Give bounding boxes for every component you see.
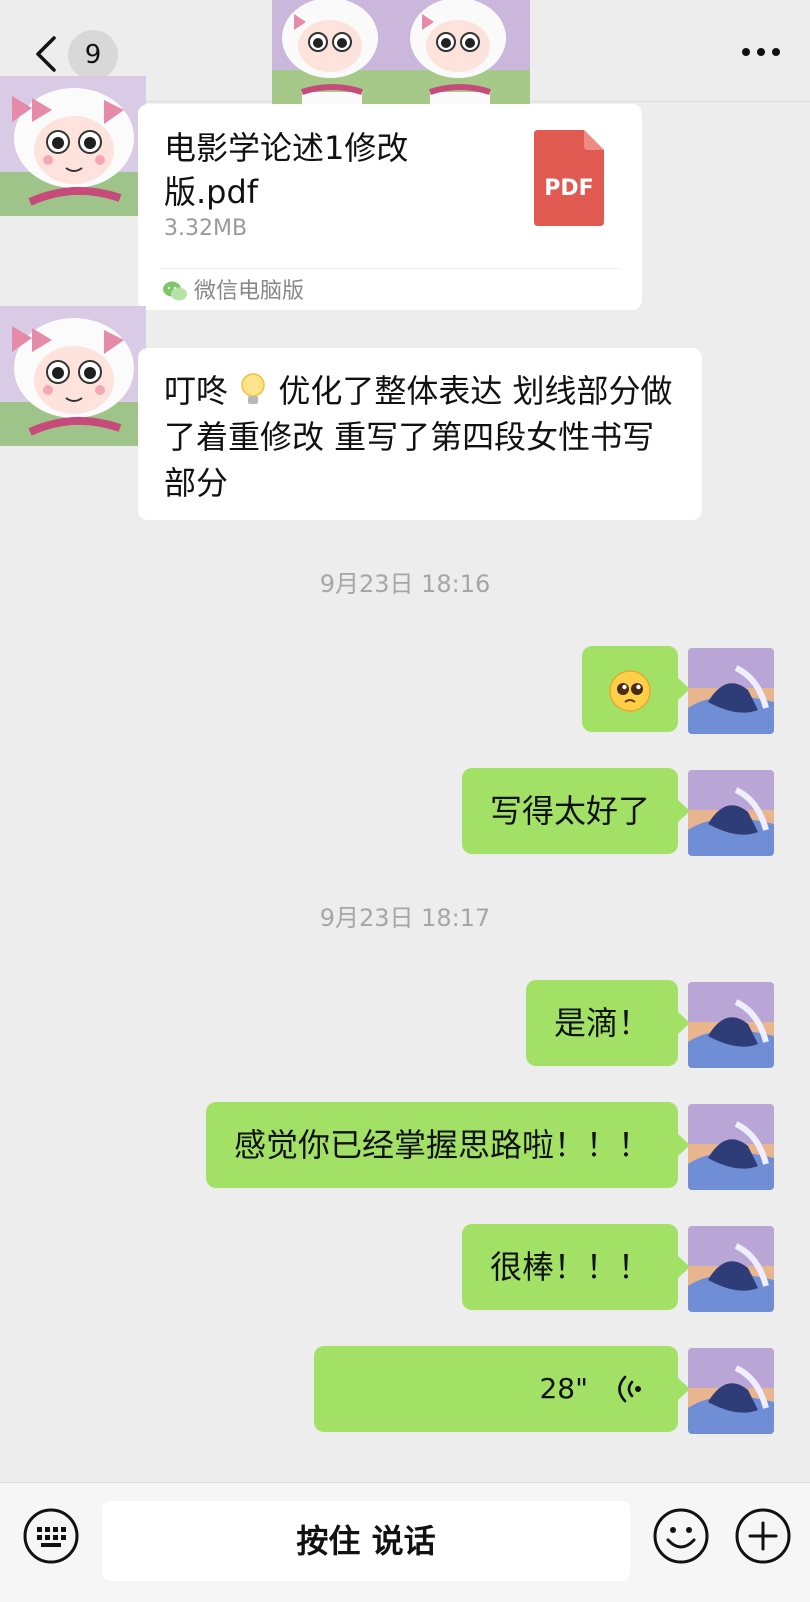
wechat-icon bbox=[163, 281, 187, 301]
outgoing-text-bubble[interactable]: 写得太好了 bbox=[461, 768, 691, 854]
plus-icon[interactable] bbox=[734, 1507, 792, 1565]
my-avatar[interactable] bbox=[688, 1104, 774, 1190]
file-name: 电影学论述1修改版.pdf bbox=[164, 129, 409, 211]
message-timestamp: 9月23日 18:17 bbox=[319, 904, 491, 932]
outgoing-emoji-bubble[interactable] bbox=[582, 646, 690, 732]
back-arrow-icon[interactable] bbox=[32, 34, 62, 74]
voice-duration: 28" bbox=[539, 1372, 588, 1405]
incoming-text-bubble[interactable]: 叮咚 优化了整体表达 划线部分做了着重修改 重写了第四段女性书写部分 bbox=[138, 348, 702, 520]
keyboard-icon[interactable] bbox=[22, 1507, 80, 1565]
file-message-card[interactable]: 电影学论述1修改版.pdf 3.32MB PDF 微信电脑版 bbox=[138, 104, 642, 310]
message-text: 叮咚 bbox=[164, 372, 229, 410]
friend-avatar[interactable] bbox=[0, 76, 146, 216]
sheep-sticker-image bbox=[272, 0, 530, 120]
hold-to-talk-button[interactable]: 按住 说话 bbox=[102, 1501, 630, 1581]
voice-wave-icon bbox=[618, 1375, 641, 1403]
input-bar: 按住 说话 bbox=[0, 1482, 810, 1602]
unread-count-badge[interactable]: 9 bbox=[68, 30, 118, 80]
more-options-icon[interactable] bbox=[740, 40, 782, 64]
my-avatar[interactable] bbox=[688, 648, 774, 734]
pleading-face-emoji-icon bbox=[609, 670, 651, 712]
friend-avatar[interactable] bbox=[0, 306, 146, 446]
file-source-label: 微信电脑版 bbox=[194, 279, 305, 304]
message-timestamp: 9月23日 18:16 bbox=[319, 570, 491, 598]
file-size: 3.32MB bbox=[164, 216, 248, 241]
my-avatar[interactable] bbox=[688, 1226, 774, 1312]
my-avatar[interactable] bbox=[688, 1348, 774, 1434]
outgoing-text-bubble[interactable]: 是滴！ bbox=[525, 980, 691, 1066]
pdf-file-label: PDF bbox=[544, 176, 594, 201]
my-avatar[interactable] bbox=[688, 770, 774, 856]
emoji-smile-icon[interactable] bbox=[652, 1507, 710, 1565]
outgoing-text-bubble[interactable]: 很棒！！！ bbox=[461, 1224, 691, 1310]
outgoing-voice-bubble[interactable]: 28" bbox=[314, 1346, 690, 1432]
lightbulb-emoji-icon bbox=[241, 373, 265, 404]
my-avatar[interactable] bbox=[688, 982, 774, 1068]
divider bbox=[160, 268, 620, 269]
outgoing-text-bubble[interactable]: 感觉你已经掌握思路啦！！！ bbox=[205, 1102, 691, 1188]
